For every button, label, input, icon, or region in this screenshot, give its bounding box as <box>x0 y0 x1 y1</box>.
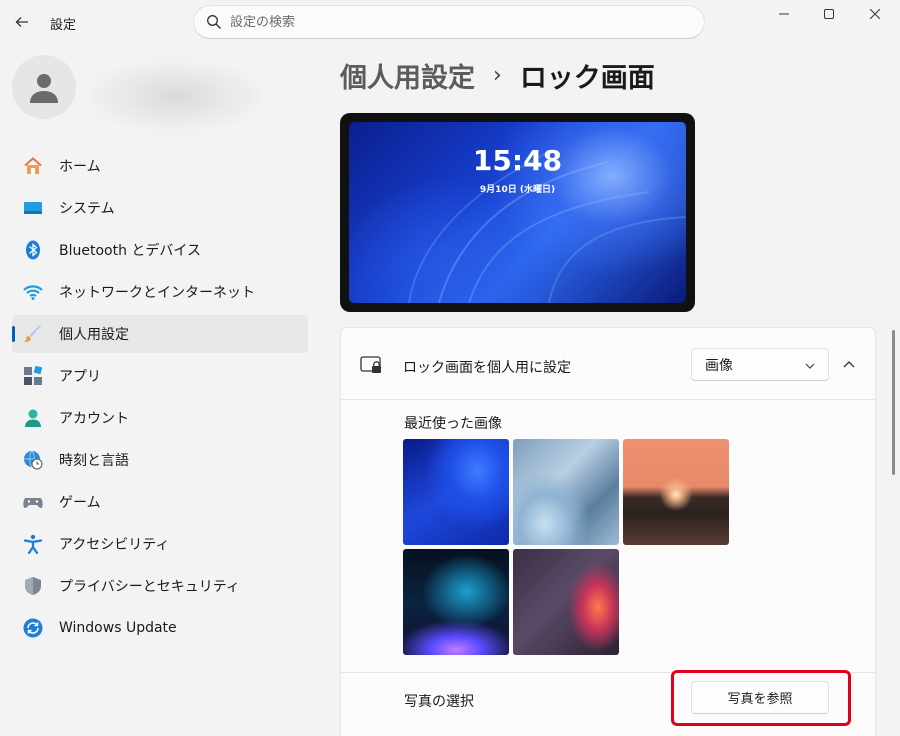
chevron-up-icon <box>843 361 855 368</box>
personalize-label: ロック画面を個人用に設定 <box>403 360 571 376</box>
choose-photo-label: 写真の選択 <box>404 694 474 710</box>
sidebar-item-system[interactable]: システム <box>12 189 308 227</box>
close-icon <box>870 9 880 19</box>
sidebar-item-privacy[interactable]: プライバシーとセキュリティ <box>12 567 308 605</box>
lock-screen-time: 15:48 <box>472 144 563 177</box>
sidebar-item-windows-update[interactable]: Windows Update <box>12 609 308 647</box>
title-bar: 設定 <box>0 0 900 44</box>
update-icon <box>23 618 43 638</box>
search-input[interactable] <box>230 14 670 30</box>
avatar <box>12 55 76 119</box>
lock-screen-settings-card: ロック画面を個人用に設定 画像 最近使った画像 写真の選択 写真を参照 <box>340 327 876 736</box>
system-icon <box>23 198 43 218</box>
recent-image-thumbnail[interactable] <box>403 439 509 545</box>
account-icon <box>23 408 43 428</box>
chevron-right-icon: › <box>493 63 502 88</box>
home-icon <box>23 156 43 176</box>
sidebar-item-personalization[interactable]: 個人用設定 <box>12 315 308 353</box>
search-box[interactable] <box>193 5 705 39</box>
sidebar-item-apps[interactable]: アプリ <box>12 357 308 395</box>
collapse-button[interactable] <box>837 353 861 377</box>
sidebar-item-accessibility[interactable]: アクセシビリティ <box>12 525 308 563</box>
sidebar-item-accounts[interactable]: アカウント <box>12 399 308 437</box>
page-title: ロック画面 <box>519 63 655 94</box>
minimize-button[interactable] <box>762 0 806 28</box>
sidebar-item-label: アカウント <box>59 411 129 427</box>
lock-screen-date: 9月10日 (水曜日) <box>479 185 556 195</box>
apps-icon <box>23 366 43 386</box>
app-title: 設定 <box>50 18 77 33</box>
personalize-row: ロック画面を個人用に設定 画像 <box>341 328 875 400</box>
sidebar-item-label: Windows Update <box>59 620 177 636</box>
brush-icon <box>23 324 43 344</box>
choose-photo-row: 写真の選択 写真を参照 <box>341 670 875 726</box>
gamepad-icon <box>23 492 43 512</box>
breadcrumb: 個人用設定 › ロック画面 <box>340 56 655 95</box>
preview-wallpaper: 15:48 9月10日 (水曜日) <box>349 122 686 303</box>
sidebar-item-home[interactable]: ホーム <box>12 147 308 185</box>
sidebar-item-label: 時刻と言語 <box>59 453 129 469</box>
sidebar-item-label: 個人用設定 <box>59 327 129 343</box>
chevron-down-icon <box>804 360 816 372</box>
sidebar-item-label: Bluetooth とデバイス <box>59 243 201 259</box>
scrollbar[interactable] <box>892 330 895 475</box>
recent-images-label: 最近使った画像 <box>404 416 502 432</box>
sidebar-item-label: システム <box>59 201 115 217</box>
blurred-user-name <box>90 61 260 131</box>
sidebar-item-label: プライバシーとセキュリティ <box>59 579 240 595</box>
arrow-left-icon <box>15 17 28 27</box>
sidebar-item-bluetooth[interactable]: Bluetooth とデバイス <box>12 231 308 269</box>
recent-image-thumbnail[interactable] <box>623 439 729 545</box>
shield-icon <box>23 576 43 596</box>
maximize-icon <box>824 9 834 19</box>
lock-screen-icon <box>360 356 384 376</box>
browse-photos-button[interactable]: 写真を参照 <box>691 681 829 714</box>
person-icon <box>30 74 58 103</box>
recent-image-thumbnail[interactable] <box>403 549 509 655</box>
sidebar-item-label: アプリ <box>59 369 101 385</box>
recent-image-thumbnail[interactable] <box>513 549 619 655</box>
search-icon <box>206 14 222 30</box>
sidebar-item-label: ホーム <box>59 159 101 175</box>
wifi-icon <box>23 282 43 302</box>
globe-clock-icon <box>23 450 43 470</box>
sidebar-item-label: アクセシビリティ <box>59 537 170 553</box>
accessibility-icon <box>23 534 43 554</box>
minimize-icon <box>779 13 789 15</box>
dropdown-value: 画像 <box>705 357 733 374</box>
breadcrumb-parent-link[interactable]: 個人用設定 <box>340 56 475 95</box>
sidebar-item-network[interactable]: ネットワークとインターネット <box>12 273 308 311</box>
back-button[interactable] <box>8 8 36 36</box>
bluetooth-icon <box>23 240 43 260</box>
sidebar-nav: ホーム システム Bluetooth とデバイス ネットワークとインターネット … <box>12 147 308 651</box>
lock-screen-preview: 15:48 9月10日 (水曜日) <box>340 113 695 312</box>
maximize-button[interactable] <box>807 0 851 28</box>
sidebar-item-label: ネットワークとインターネット <box>59 285 255 301</box>
close-button[interactable] <box>853 0 897 28</box>
sidebar-item-time-language[interactable]: 時刻と言語 <box>12 441 308 479</box>
sidebar-item-gaming[interactable]: ゲーム <box>12 483 308 521</box>
sidebar-item-label: ゲーム <box>59 495 101 511</box>
background-type-dropdown[interactable]: 画像 <box>691 348 829 381</box>
recent-image-thumbnail[interactable] <box>513 439 619 545</box>
